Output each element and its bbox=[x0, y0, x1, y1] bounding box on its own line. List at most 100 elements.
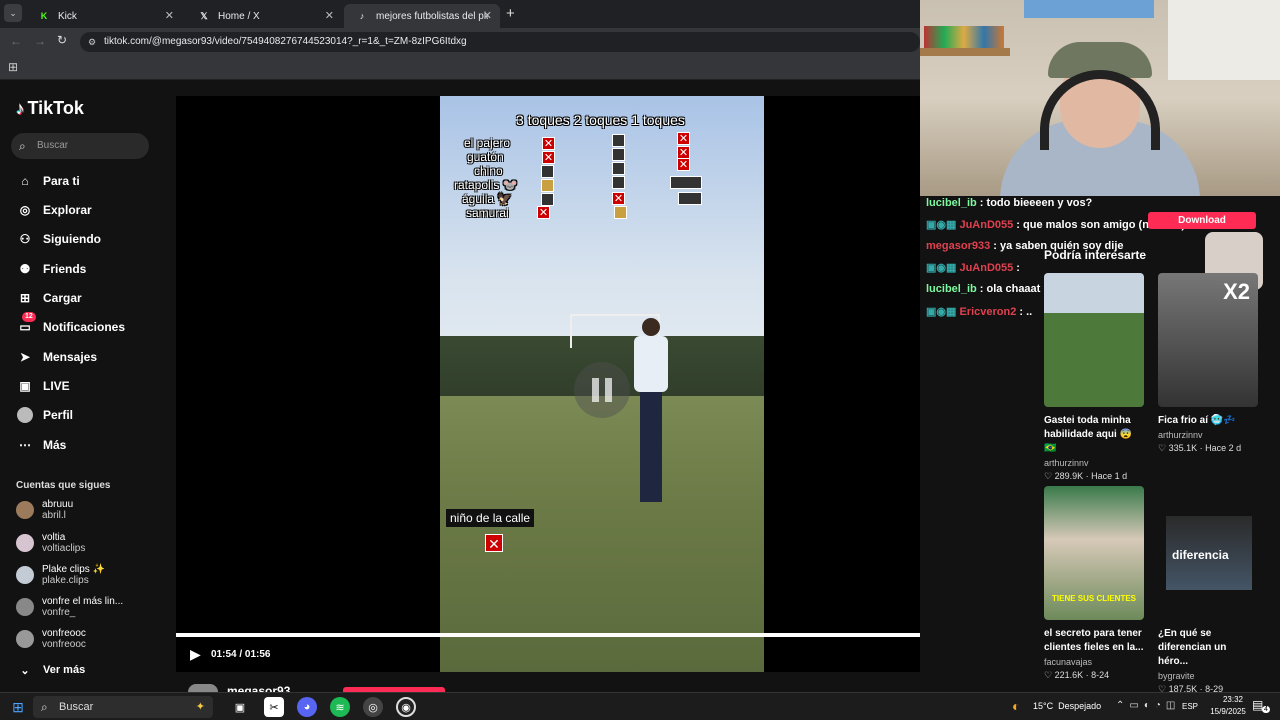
see-more-button[interactable]: ⌄ Ver más bbox=[16, 659, 85, 681]
author-avatar[interactable] bbox=[188, 684, 218, 692]
chat-message: lucibel_ib : ola chaaat bbox=[926, 283, 1040, 295]
avatar bbox=[16, 598, 34, 616]
recommendation-card[interactable]: Gastei toda minha habilidade aqui 😨🇧🇷 ar… bbox=[1044, 273, 1144, 482]
windows-taskbar: ⊞ ⌕ Buscar ✦ ▣ ✂ ◕ ≋ ◎ ◉ ◐ 15°C Despejad… bbox=[0, 692, 1280, 720]
progress-track[interactable] bbox=[176, 633, 1012, 637]
upload-icon: ⊞ bbox=[19, 291, 31, 305]
nav-cargar[interactable]: ⊞ Cargar bbox=[16, 287, 82, 309]
close-icon[interactable]: ✕ bbox=[325, 9, 334, 22]
clock-time[interactable]: 23:32 bbox=[1213, 695, 1253, 704]
new-tab-button[interactable]: + bbox=[506, 5, 515, 22]
capcut-icon[interactable]: ✂ bbox=[264, 697, 284, 717]
kick-icon: K bbox=[40, 11, 48, 21]
tab-kick[interactable]: K Kick ✕ bbox=[26, 4, 182, 28]
video-thumbnail bbox=[1044, 273, 1144, 407]
thumb-overlay: TIENE SUS CLIENTES bbox=[1052, 594, 1137, 603]
video-frame[interactable]: 3 toques 2 toques 1 toques el pajero gua… bbox=[440, 96, 764, 672]
rec-stats: ♡ 289.9K · Hace 1 d bbox=[1044, 471, 1128, 481]
reload-icon[interactable]: ↻ bbox=[57, 33, 67, 47]
author-name[interactable]: megasor93 bbox=[227, 685, 290, 692]
task-view-icon[interactable]: ▣ bbox=[230, 697, 250, 717]
row-label: águila 🦅 bbox=[462, 192, 513, 206]
more-icon: ⋯ bbox=[19, 438, 31, 452]
nav-siguiendo[interactable]: ⚇ Siguiendo bbox=[16, 228, 101, 250]
weather-text[interactable]: 15°C Despejado bbox=[1033, 701, 1101, 711]
following-account[interactable]: voltia voltiaclips bbox=[16, 529, 85, 557]
clock-date[interactable]: 15/9/2025 bbox=[1203, 707, 1253, 716]
address-bar-row: ← → ↻ ⚙ tiktok.com/@megasor93/video/7549… bbox=[0, 28, 920, 56]
home-icon: ⌂ bbox=[21, 174, 29, 188]
inbox-icon: ▭ 12 bbox=[16, 312, 36, 336]
badge-icons: ▣◉▦ bbox=[926, 219, 960, 231]
avatar bbox=[16, 566, 34, 584]
download-button[interactable]: Download bbox=[1148, 212, 1256, 229]
discord-icon[interactable]: ◕ bbox=[297, 697, 317, 717]
tab-x[interactable]: 𝕏 Home / X ✕ bbox=[186, 4, 342, 28]
tab-tiktok-active[interactable]: ♪ mejores futbolistas del pla ✕ bbox=[344, 4, 500, 28]
tab-label: Home / X bbox=[218, 10, 260, 22]
chat-user: megasor933 bbox=[926, 240, 991, 252]
avatar bbox=[16, 501, 34, 519]
following-account[interactable]: vonfreooc vonfreooc bbox=[16, 625, 86, 653]
pause-icon[interactable] bbox=[574, 362, 630, 418]
play-button[interactable]: ▶ bbox=[190, 646, 201, 663]
back-icon[interactable]: ← bbox=[10, 34, 22, 48]
chat-message: ▣◉▦ Ericveron2 : .. bbox=[926, 305, 1032, 318]
url-text: tiktok.com/@megasor93/video/754940827674… bbox=[104, 36, 467, 47]
weather-icon: ◐ bbox=[1012, 698, 1021, 714]
chat-message: ▣◉▦ JuAnD055 : que malos son amigo (no h… bbox=[926, 218, 1185, 231]
tiktok-logo[interactable]: ♪ TikTok bbox=[16, 98, 84, 119]
following-account[interactable]: Plake clips ✨ plake.clips bbox=[16, 561, 105, 589]
row-label: chino bbox=[474, 164, 503, 178]
cross-icon: ✕ bbox=[612, 192, 625, 205]
taskbar-search[interactable]: ⌕ Buscar ✦ bbox=[33, 696, 213, 718]
recommendation-card[interactable]: X2 Fica frio aí 🥶💤 arthurzinnv ♡ 335.1K … bbox=[1158, 273, 1258, 454]
search-input[interactable]: ⌕ Buscar bbox=[11, 133, 149, 159]
notification-badge: 12 bbox=[22, 312, 36, 322]
cross-icon: ✕ bbox=[542, 137, 555, 150]
nav-mas[interactable]: ⋯ Más bbox=[16, 434, 66, 456]
avatar bbox=[16, 630, 34, 648]
shelf-items bbox=[924, 26, 1004, 48]
url-field[interactable]: ⚙ tiktok.com/@megasor93/video/7549408276… bbox=[80, 32, 920, 52]
apps-grid-icon[interactable]: ⊞ bbox=[8, 60, 18, 74]
close-icon[interactable]: ✕ bbox=[165, 9, 174, 22]
emoji-box bbox=[612, 176, 625, 189]
notification-icon[interactable]: ▤ 4 bbox=[1252, 698, 1270, 713]
chat-separator: : bbox=[990, 240, 1000, 252]
chrome-icon[interactable]: ◎ bbox=[363, 697, 383, 717]
emoji-box bbox=[612, 148, 625, 161]
nav-explorar[interactable]: ◎ Explorar bbox=[16, 199, 92, 221]
recommendation-card[interactable]: diferencia ¿En qué se diferencian un hér… bbox=[1158, 486, 1258, 695]
nav-perfil[interactable]: Perfil bbox=[16, 404, 73, 426]
following-account[interactable]: abruuu abril.l bbox=[16, 496, 73, 524]
chat-separator: : bbox=[1013, 262, 1020, 274]
video-time: 01:54 / 01:56 bbox=[211, 649, 271, 660]
thumb-overlay: X2 bbox=[1223, 279, 1250, 304]
chat-separator: : bbox=[1016, 306, 1027, 318]
nav-mensajes[interactable]: ➤ Mensajes bbox=[16, 346, 97, 368]
chat-separator: : bbox=[976, 283, 987, 295]
language-indicator[interactable]: ESP bbox=[1182, 702, 1198, 711]
send-icon: ➤ bbox=[19, 350, 31, 364]
tray-icons[interactable]: ⌃▭◐◔◫ bbox=[1116, 700, 1180, 711]
obs-icon[interactable]: ◉ bbox=[396, 697, 416, 717]
tiktok-sidebar: ♪ TikTok ⌕ Buscar ⌂ Para ti ◎ Explorar ⚇ Si… bbox=[0, 80, 176, 692]
nav-notificaciones[interactable]: ▭ 12 Notificaciones bbox=[16, 312, 125, 338]
site-info-icon[interactable]: ⚙ bbox=[88, 32, 96, 52]
following-icon: ⚇ bbox=[19, 232, 31, 246]
spotify-icon[interactable]: ≋ bbox=[330, 697, 350, 717]
following-account[interactable]: vonfre el más lin... vonfre_ bbox=[16, 593, 123, 621]
close-icon[interactable]: ✕ bbox=[483, 9, 492, 22]
recommendation-card[interactable]: TIENE SUS CLIENTES el secreto para tener… bbox=[1044, 486, 1144, 681]
tab-list-button[interactable]: ⌄ bbox=[4, 4, 22, 22]
live-icon: ▣ bbox=[19, 379, 31, 393]
nav-friends[interactable]: ⚉ Friends bbox=[16, 258, 87, 280]
chat-message: ▣◉▦ JuAnD055 : bbox=[926, 261, 1020, 274]
windows-start-icon[interactable]: ⊞ bbox=[8, 697, 28, 717]
nav-para-ti[interactable]: ⌂ Para ti bbox=[16, 170, 79, 192]
forward-icon[interactable]: → bbox=[34, 34, 46, 48]
emoji-box bbox=[614, 206, 627, 219]
tab-label: Kick bbox=[58, 10, 77, 22]
nav-live[interactable]: ▣ LIVE bbox=[16, 375, 69, 397]
